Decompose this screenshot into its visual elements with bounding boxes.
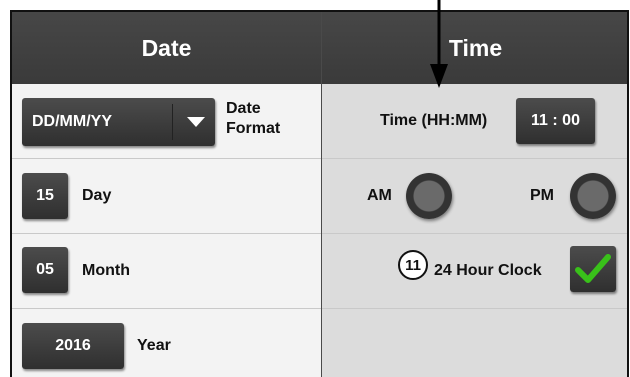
time-header: Time bbox=[322, 12, 627, 84]
month-row: 05 Month bbox=[12, 234, 321, 309]
pm-label: PM bbox=[530, 187, 554, 204]
am-pm-row: AM PM bbox=[322, 159, 627, 234]
pointer-arrow bbox=[430, 0, 448, 88]
date-time-settings-panel: Date Time DD/MM/YY Date Format 15 Day 05… bbox=[10, 10, 629, 377]
checkmark-icon bbox=[575, 254, 611, 283]
hour-clock-label: 24 Hour Clock bbox=[434, 262, 542, 279]
chevron-down-icon bbox=[187, 117, 205, 127]
callout-number: 11 bbox=[405, 256, 421, 274]
year-label: Year bbox=[137, 337, 171, 354]
am-label: AM bbox=[367, 187, 392, 204]
date-format-label-line1: Date bbox=[226, 100, 261, 117]
time-column: Time (HH:MM) 11 : 00 AM PM 11 24 Hour Cl… bbox=[322, 84, 627, 377]
year-row: 2016 Year bbox=[12, 309, 321, 377]
day-label: Day bbox=[82, 187, 112, 204]
time-title: Time bbox=[448, 34, 503, 61]
year-button[interactable]: 2016 bbox=[22, 323, 124, 369]
am-radio-button[interactable] bbox=[406, 173, 452, 219]
month-button[interactable]: 05 bbox=[22, 247, 68, 293]
date-format-value: DD/MM/YY bbox=[32, 113, 112, 130]
date-header: Date bbox=[12, 12, 321, 84]
date-title: Date bbox=[141, 34, 192, 61]
time-row: Time (HH:MM) 11 : 00 bbox=[322, 84, 627, 159]
day-value: 15 bbox=[36, 187, 54, 204]
year-value: 2016 bbox=[55, 337, 91, 354]
pm-radio-button[interactable] bbox=[570, 173, 616, 219]
date-format-dropdown[interactable]: DD/MM/YY bbox=[22, 98, 215, 146]
time-button[interactable]: 11 : 00 bbox=[516, 98, 595, 144]
month-value: 05 bbox=[36, 261, 54, 278]
time-value: 11 : 00 bbox=[531, 112, 580, 129]
hour-clock-checkbox[interactable] bbox=[570, 246, 616, 292]
date-format-label-line2: Format bbox=[226, 120, 281, 137]
callout-number-badge: 11 bbox=[398, 250, 428, 280]
date-format-label: Date Format bbox=[226, 99, 280, 139]
date-format-row: DD/MM/YY Date Format bbox=[12, 84, 321, 159]
hour-clock-row: 11 24 Hour Clock bbox=[322, 234, 627, 309]
day-row: 15 Day bbox=[12, 159, 321, 234]
day-button[interactable]: 15 bbox=[22, 173, 68, 219]
date-column: DD/MM/YY Date Format 15 Day 05 Month 201… bbox=[12, 84, 321, 377]
time-label: Time (HH:MM) bbox=[380, 112, 488, 129]
month-label: Month bbox=[82, 262, 130, 279]
